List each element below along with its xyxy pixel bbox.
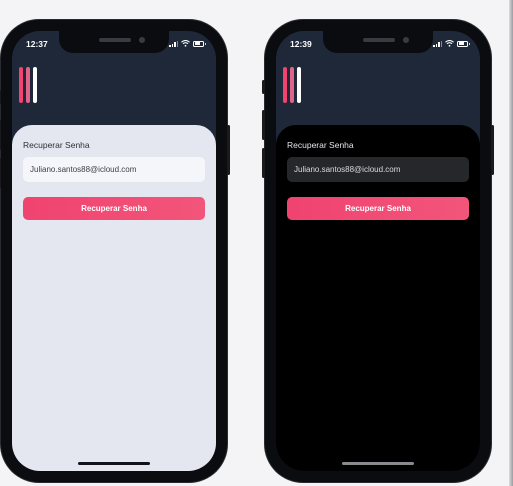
notch xyxy=(323,31,433,53)
logo-bar xyxy=(283,67,287,103)
phone-dark-mode: 12:39 Recuperar Senha Recuperar Senha xyxy=(262,20,494,482)
logo-bar xyxy=(33,67,37,103)
recover-password-button[interactable]: Recuperar Senha xyxy=(287,197,469,220)
page-title: Recuperar Senha xyxy=(287,140,354,150)
home-indicator[interactable] xyxy=(342,462,414,465)
app-logo xyxy=(19,67,37,103)
volume-down-button xyxy=(0,158,1,188)
logo-bar xyxy=(19,67,23,103)
volume-down-button xyxy=(262,148,265,178)
recover-password-sheet: Recuperar Senha Recuperar Senha xyxy=(276,125,480,471)
volume-up-button xyxy=(0,120,1,150)
adjacent-device-edge xyxy=(509,0,513,486)
battery-icon xyxy=(193,40,206,47)
mute-switch xyxy=(262,80,265,94)
page-title: Recuperar Senha xyxy=(23,140,90,150)
email-field[interactable] xyxy=(23,157,205,182)
recover-password-button[interactable]: Recuperar Senha xyxy=(23,197,205,220)
phone-screen: 12:39 Recuperar Senha Recuperar Senha xyxy=(276,31,480,471)
logo-bar xyxy=(290,67,294,103)
wifi-icon xyxy=(181,40,190,47)
app-logo xyxy=(283,67,301,103)
status-icons xyxy=(433,40,470,47)
signal-icon xyxy=(169,40,178,47)
status-time: 12:39 xyxy=(290,39,312,49)
speaker xyxy=(99,38,131,42)
speaker xyxy=(363,38,395,42)
wifi-icon xyxy=(445,40,454,47)
home-indicator[interactable] xyxy=(78,462,150,465)
power-button xyxy=(491,125,494,175)
logo-bar xyxy=(26,67,30,103)
logo-bar xyxy=(297,67,301,103)
notch xyxy=(59,31,169,53)
phone-screen: 12:37 Recuperar Senha Recuperar Senha xyxy=(12,31,216,471)
mute-switch xyxy=(0,90,1,104)
status-time: 12:37 xyxy=(26,39,48,49)
status-icons xyxy=(169,40,206,47)
signal-icon xyxy=(433,40,442,47)
recover-password-sheet: Recuperar Senha Recuperar Senha xyxy=(12,125,216,471)
front-camera xyxy=(403,37,409,43)
front-camera xyxy=(139,37,145,43)
battery-icon xyxy=(457,40,470,47)
email-field[interactable] xyxy=(287,157,469,182)
volume-up-button xyxy=(262,110,265,140)
power-button xyxy=(227,125,230,175)
phone-light-mode: 12:37 Recuperar Senha Recuperar Senha xyxy=(0,20,230,482)
